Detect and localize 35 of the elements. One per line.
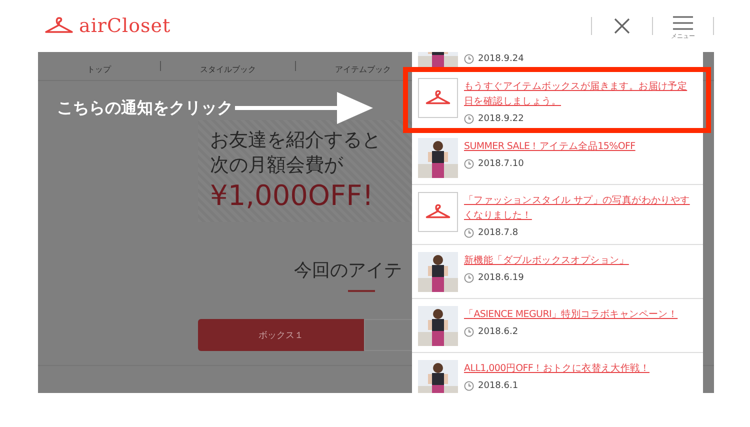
notification-date: 2018.9.22 — [478, 114, 524, 124]
notification-link[interactable]: 新機能「ダブルボックスオプション」 — [464, 253, 695, 268]
nav-link[interactable]: トップ — [87, 64, 111, 74]
notification-date: 2018.6.19 — [478, 273, 524, 283]
notification-date: 2018.9.24 — [478, 54, 524, 64]
close-icon[interactable] — [614, 18, 630, 34]
notification-link[interactable]: ALL1,000円OFF！おトクに衣替え大作戦！ — [464, 361, 695, 376]
notification-date: 2018.6.2 — [478, 327, 518, 337]
clock-icon — [464, 54, 474, 64]
clock-icon — [464, 273, 474, 283]
offer-text: ¥1,000OFF! — [210, 178, 374, 214]
logo-text[interactable]: airCloset — [79, 15, 171, 37]
banner-text: 次の月額会費が — [210, 153, 344, 178]
clock-icon — [464, 381, 474, 391]
clock-icon — [464, 327, 474, 337]
clock-icon — [464, 159, 474, 169]
nav-link[interactable]: アイテムブック — [335, 64, 391, 74]
hanger-icon — [418, 78, 458, 118]
hanger-icon — [418, 192, 458, 232]
arrow-icon — [235, 92, 373, 124]
clock-icon — [464, 114, 474, 124]
nav-link[interactable]: スタイルブック — [200, 64, 256, 74]
notification-date: 2018.7.10 — [478, 159, 524, 169]
box-tab[interactable]: ボックス１ — [198, 319, 364, 351]
banner-text: お友達を紹介すると — [210, 128, 382, 153]
annotation-text: こちらの通知をクリック — [57, 98, 233, 118]
notification-link[interactable]: もうすぐアイテムボックスが届きます。お届け予定日を確認しましょう。 — [464, 79, 695, 109]
clock-icon — [464, 228, 474, 238]
notification-link[interactable]: 「ファッションスタイル サプ」の写真がわかりやすくなりました！ — [464, 193, 695, 223]
section-heading: 今回のアイテ — [294, 259, 402, 282]
hanger-icon — [44, 17, 74, 35]
notification-link[interactable]: 「ASIENCE MEGURI」特別コラボキャンペーン！ — [464, 307, 695, 322]
notification-link[interactable]: SUMMER SALE！アイテム全品15%OFF — [464, 139, 695, 154]
notification-date: 2018.6.1 — [478, 381, 518, 391]
notification-date: 2018.7.8 — [478, 228, 518, 238]
